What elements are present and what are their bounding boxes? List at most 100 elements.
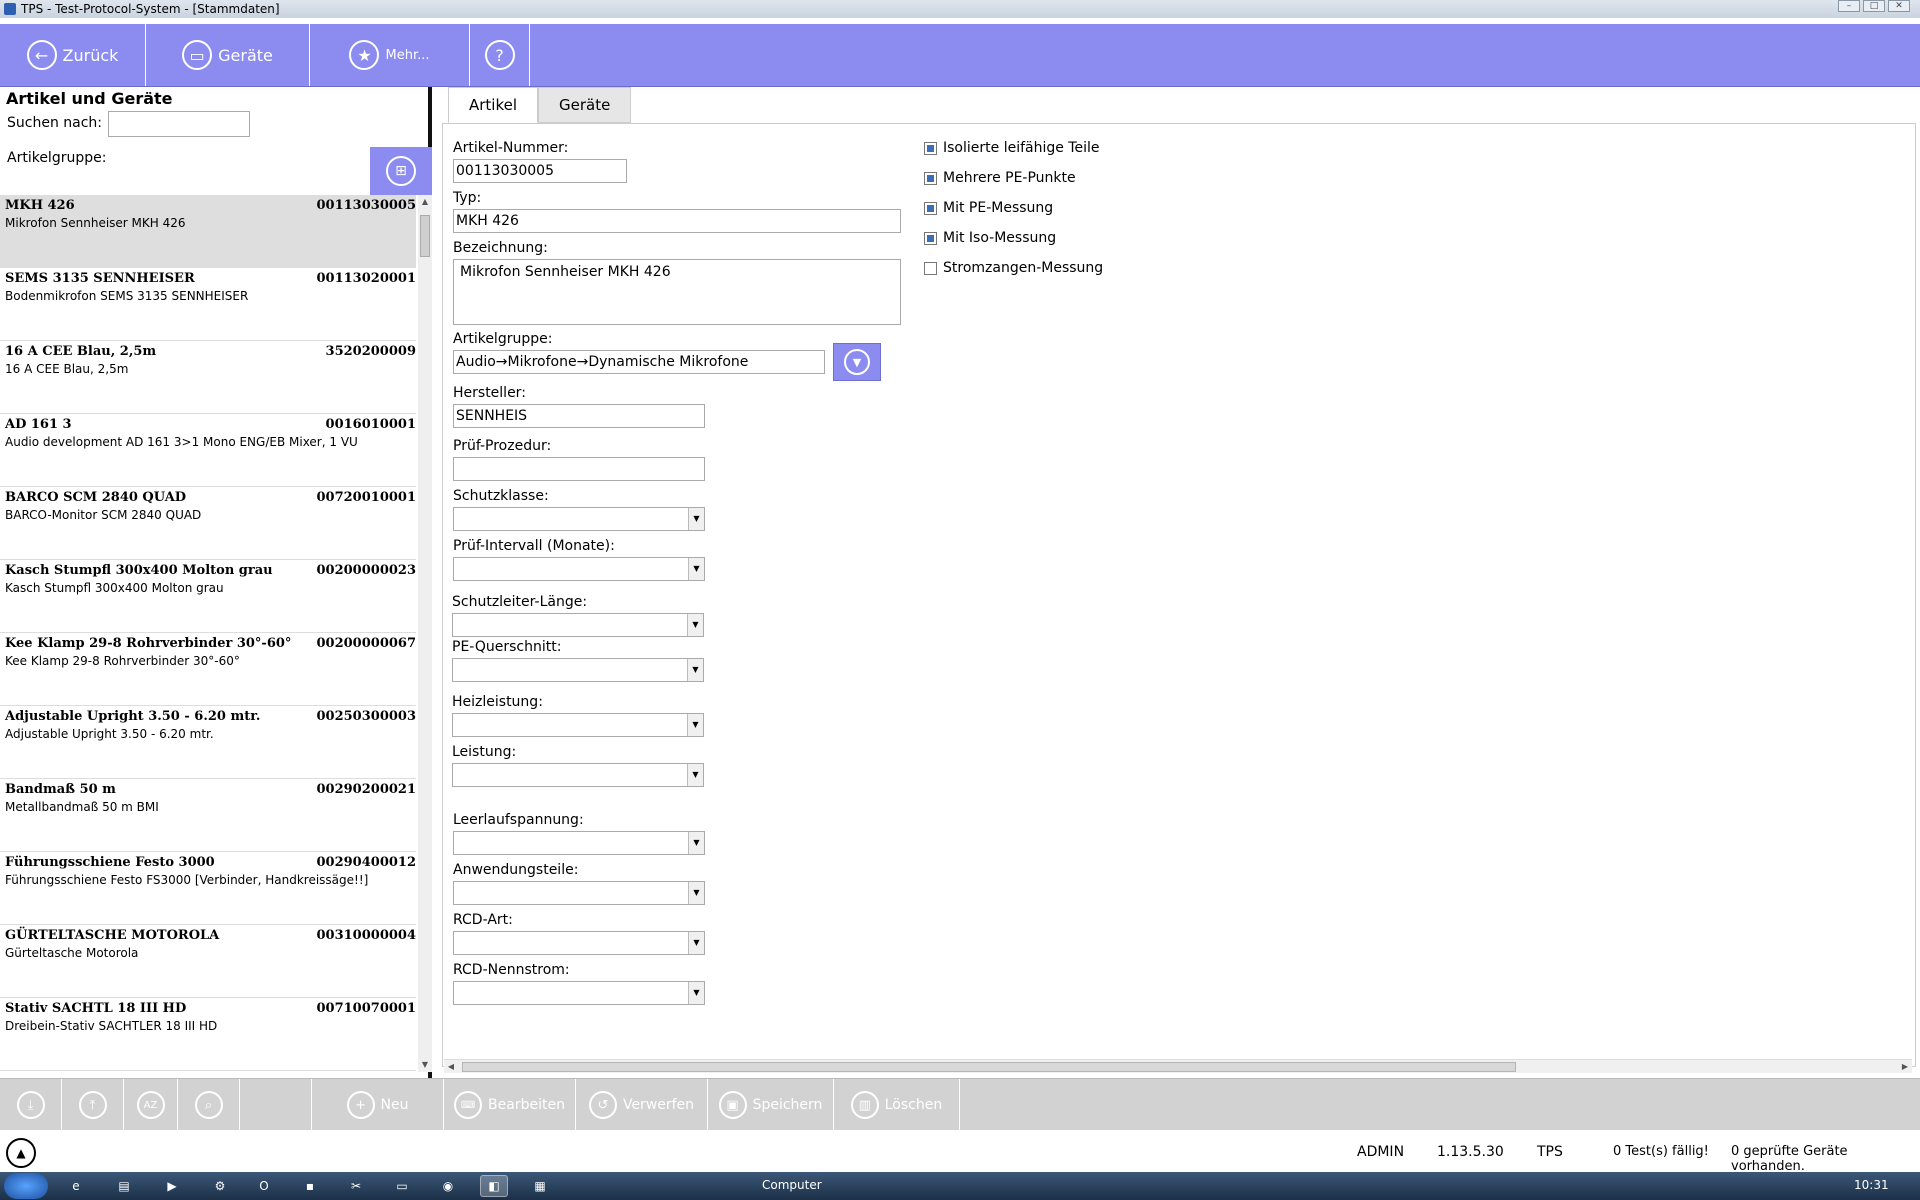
schutzleiter-label: Schutzleiter-Länge: [452,594,588,610]
pruefprozedur-field[interactable] [453,457,705,481]
dropdown-arrow-icon[interactable]: ▼ [688,558,704,580]
item-number: 00200000023 [316,563,417,578]
article-group-tree-button[interactable]: ⊞ [370,147,432,195]
item-number: 0016010001 [325,417,416,432]
scroll-thumb[interactable] [420,215,430,257]
list-item[interactable]: Führungsschiene Festo 3000 00290400012 Füh… [0,852,416,925]
item-description: Metallbandmaß 50 m BMI [5,800,159,814]
pruefintervall-select[interactable]: ▼ [453,557,705,581]
list-item[interactable]: 16 A CEE Blau, 2,5m 3520200009 16 A CEE Bl… [0,341,416,414]
search-input[interactable] [108,111,250,137]
scroll-down-icon[interactable]: ▼ [418,1058,432,1072]
artikelnummer-field[interactable]: 00113030005 [453,159,627,183]
tools-icon[interactable]: ⚙ [206,1175,234,1197]
check-isolierte-teile[interactable]: Isolierte leifähige Teile [924,140,1099,156]
list-item[interactable]: SEMS 3135 SENNHEISER 00113020001 Bodenmikr… [0,268,416,341]
list-item[interactable]: AD 161 3 0016010001 Audio development AD 1… [0,414,416,487]
tools2-icon[interactable]: ✂ [342,1175,370,1197]
list-item[interactable]: Adjustable Upright 3.50 - 6.20 mtr. 00250… [0,706,416,779]
heizleistung-select[interactable]: ▼ [452,713,704,737]
artikelgruppe-field[interactable]: Audio→Mikrofone→Dynamische Mikrofone [453,350,825,374]
tab-artikel[interactable]: Artikel [448,87,539,123]
checkbox-icon[interactable] [924,231,937,245]
start-button[interactable] [4,1173,48,1199]
pequerschnitt-label: PE-Querschnitt: [452,639,562,655]
leerlauf-select[interactable]: ▼ [453,831,705,855]
typ-field[interactable]: MKH 426 [453,209,901,233]
schutzleiter-select[interactable]: ▼ [452,613,704,637]
leistung-select[interactable]: ▼ [452,763,704,787]
list-item[interactable]: Bandmaß 50 m 00290200021 Metallbandmaß 50 … [0,779,416,852]
dropdown-arrow-icon[interactable]: ▼ [688,508,704,530]
check-mit-iso-messung[interactable]: Mit Iso-Messung [924,230,1056,246]
hersteller-field[interactable]: SENNHEIS [453,404,705,428]
list-item[interactable]: GÜRTELTASCHE MOTOROLA 00310000004 Gürtelta… [0,925,416,998]
list-scrollbar[interactable]: ▲ ▼ [418,195,432,1072]
item-number: 00310000004 [316,928,417,943]
dropdown-arrow-icon[interactable]: ▼ [687,659,703,681]
new-button[interactable]: + Neu [312,1079,444,1131]
checkbox-icon[interactable] [924,201,937,215]
dropdown-arrow-icon[interactable]: ▼ [688,982,704,1004]
list-item[interactable]: MKH 426 00113030005 Mikrofon Sennheiser MK… [0,195,416,268]
save-button[interactable]: ▣ Speichern [708,1079,834,1131]
expand-up-icon[interactable]: ▲ [6,1138,36,1168]
outlook-icon[interactable]: O [250,1175,278,1197]
discard-button[interactable]: ↺ Verwerfen [576,1079,708,1131]
check-mit-pe-messung[interactable]: Mit PE-Messung [924,200,1053,216]
check-mehrere-pe-punkte[interactable]: Mehrere PE-Punkte [924,170,1076,186]
dropdown-arrow-icon[interactable]: ▼ [687,764,703,786]
pruefprozedur-label: Prüf-Prozedur: [453,438,552,454]
devices-button[interactable]: ▭ Geräte [146,24,310,86]
checkbox-icon[interactable] [924,141,937,155]
dropdown-arrow-icon[interactable]: ▼ [687,614,703,636]
delete-button[interactable]: ▥ Löschen [834,1079,960,1131]
dropdown-arrow-icon[interactable]: ▼ [688,932,704,954]
import-button[interactable]: ⤓ [0,1079,62,1131]
explorer-icon[interactable]: ▤ [110,1175,138,1197]
list-item[interactable]: Kasch Stumpfl 300x400 Molton grau 0020000… [0,560,416,633]
form-horizontal-scrollbar[interactable]: ◀ ▶ [444,1059,1912,1073]
remote-icon[interactable]: ▦ [526,1175,554,1197]
pequerschnitt-select[interactable]: ▼ [452,658,704,682]
anwendung-select[interactable]: ▼ [453,881,705,905]
export-button[interactable]: ⤒ [62,1079,124,1131]
dropdown-arrow-icon[interactable]: ▼ [687,714,703,736]
list-item[interactable]: BARCO SCM 2840 QUAD 00720010001 BARCO-Moni… [0,487,416,560]
item-description: Kasch Stumpfl 300x400 Molton grau [5,581,224,595]
scroll-up-icon[interactable]: ▲ [418,195,432,209]
terminal-icon[interactable]: ▭ [388,1175,416,1197]
bezeichnung-field[interactable]: Mikrofon Sennheiser MKH 426 [453,259,901,325]
list-item[interactable]: Kee Klamp 29-8 Rohrverbinder 30°-60° 0020… [0,633,416,706]
minimize-button[interactable]: – [1838,0,1860,12]
edit-button[interactable]: ⌨ Bearbeiten [444,1079,576,1131]
help-button[interactable]: ? [470,24,530,86]
list-item[interactable]: Stativ SACHTL 18 III HD 00710070001 Dreibe… [0,998,416,1071]
tps-taskbar-icon[interactable]: ◧ [480,1175,508,1197]
scroll-thumb[interactable] [462,1062,1516,1072]
more-button[interactable]: ★ Mehr... [310,24,470,86]
dropdown-arrow-icon[interactable]: ▼ [688,832,704,854]
check-stromzangen-messung[interactable]: Stromzangen-Messung [924,260,1103,276]
app-icon[interactable]: ▪ [296,1175,324,1197]
artikelgruppe-picker-button[interactable]: ▼ [833,343,881,381]
close-button[interactable]: ✕ [1888,0,1910,12]
tab-geraete[interactable]: Geräte [538,87,632,123]
checkbox-icon[interactable] [924,171,937,185]
dropdown-arrow-icon[interactable]: ▼ [688,882,704,904]
sort-button[interactable]: AZ [124,1079,178,1131]
schutzklasse-select[interactable]: ▼ [453,507,705,531]
ie-icon[interactable]: e [62,1175,90,1197]
item-description: Mikrofon Sennheiser MKH 426 [5,216,186,230]
find-button[interactable]: ⌕ [178,1079,240,1131]
scroll-left-icon[interactable]: ◀ [444,1060,458,1074]
chrome-icon[interactable]: ◉ [434,1175,462,1197]
item-name: Kasch Stumpfl 300x400 Molton grau [5,563,273,578]
scroll-right-icon[interactable]: ▶ [1898,1060,1912,1074]
rcdart-select[interactable]: ▼ [453,931,705,955]
back-button[interactable]: ← Zurück [0,24,146,86]
rcdnenn-select[interactable]: ▼ [453,981,705,1005]
checkbox-icon[interactable] [924,261,937,275]
media-player-icon[interactable]: ▶ [158,1175,186,1197]
maximize-button[interactable]: □ [1863,0,1885,12]
